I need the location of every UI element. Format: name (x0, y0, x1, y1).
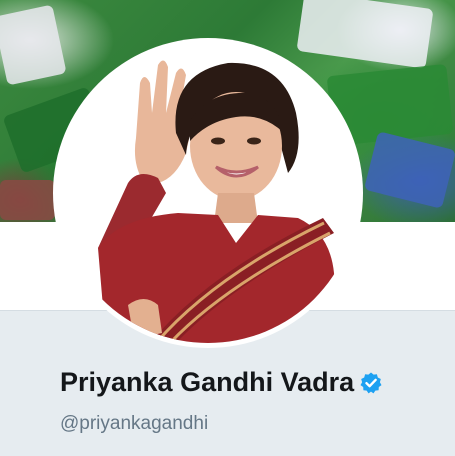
verified-badge-icon (359, 371, 383, 395)
banner-flag-shape (363, 131, 455, 209)
avatar-portrait-image (58, 43, 358, 343)
banner-flag-shape (296, 0, 434, 69)
banner-flag-shape (0, 180, 55, 220)
banner-flag-shape (0, 4, 67, 86)
profile-display-name: Priyanka Gandhi Vadra (60, 367, 383, 398)
profile-card: Priyanka Gandhi Vadra @priyankagandhi (0, 0, 455, 456)
display-name-text: Priyanka Gandhi Vadra (60, 367, 355, 397)
profile-handle: @priyankagandhi (60, 413, 209, 434)
avatar[interactable] (58, 43, 358, 343)
